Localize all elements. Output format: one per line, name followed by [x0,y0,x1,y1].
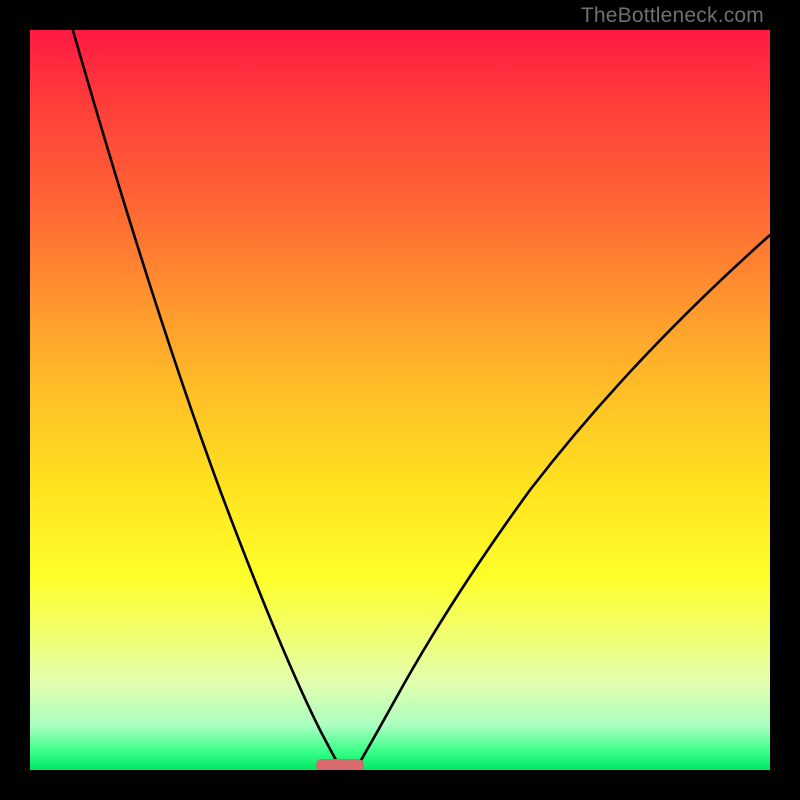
chart-container: TheBottleneck.com [0,0,800,800]
plot-area [30,30,770,770]
curve-right [357,235,770,767]
watermark-text: TheBottleneck.com [581,4,764,28]
curve-left [70,30,340,767]
bottleneck-marker [316,759,364,770]
curve-layer [30,30,770,770]
